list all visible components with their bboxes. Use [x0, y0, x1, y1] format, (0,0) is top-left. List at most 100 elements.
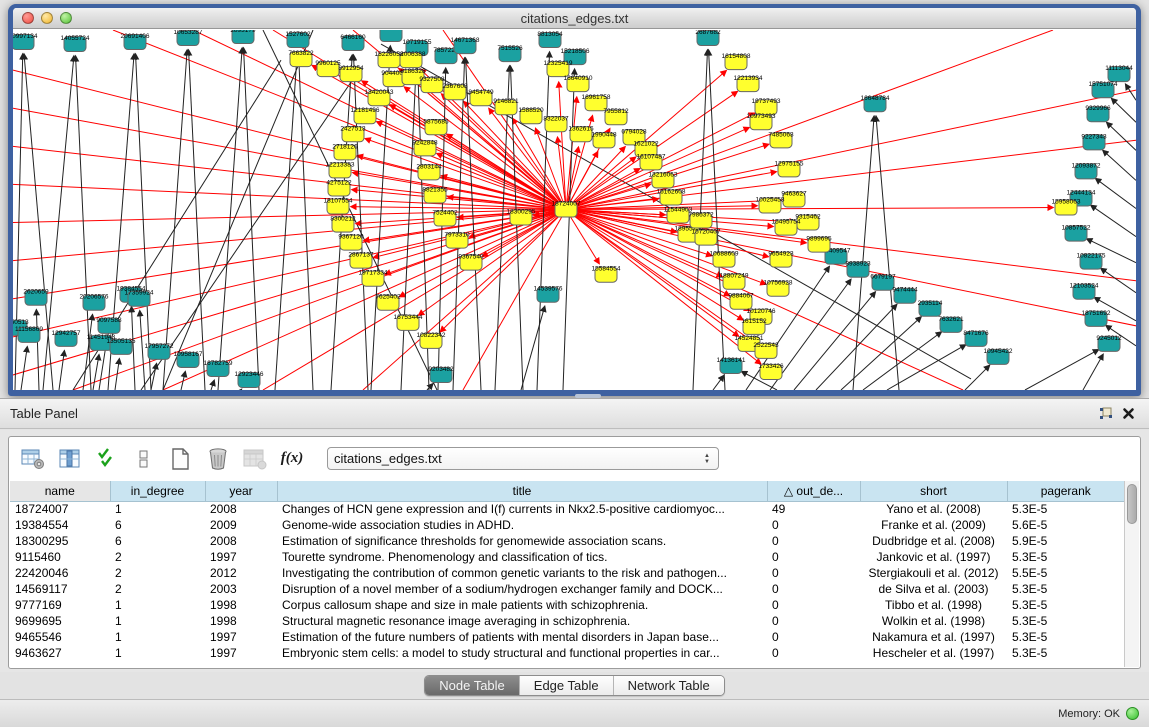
graph-node[interactable]: 16640910	[564, 75, 593, 92]
graph-node[interactable]: 15584554	[592, 266, 621, 283]
graph-node[interactable]: 8454749	[468, 89, 494, 106]
table-cell[interactable]: 9699695	[10, 613, 110, 629]
table-cell[interactable]: Franke et al. (2009)	[860, 517, 1007, 533]
graph-node[interactable]: 20691406	[121, 33, 150, 50]
table-cell[interactable]: 6	[110, 533, 205, 549]
table-cell[interactable]: 0	[767, 597, 860, 613]
graph-node[interactable]: 13420043	[365, 89, 394, 106]
table-cell[interactable]: Changes of HCN gene expression and I(f) …	[277, 501, 767, 517]
function-builder-button[interactable]: f(x)	[278, 445, 306, 473]
table-cell[interactable]: Hescheler et al. (1997)	[860, 645, 1007, 661]
table-cell[interactable]: 1	[110, 597, 205, 613]
table-cell[interactable]: 0	[767, 629, 860, 645]
graph-node[interactable]: 18807249	[720, 273, 749, 290]
graph-node[interactable]: 10688609	[710, 251, 739, 268]
graph-node[interactable]: 1733426	[758, 363, 784, 380]
table-cell[interactable]: 5.3E-5	[1007, 613, 1124, 629]
graph-node[interactable]: 8300212	[330, 216, 356, 233]
graph-node[interactable]: 8471676	[963, 330, 989, 347]
table-cell[interactable]: de Silva et al. (2003)	[860, 581, 1007, 597]
graph-node[interactable]: 9474444	[892, 287, 918, 304]
table-options-button[interactable]	[19, 445, 47, 473]
table-cell[interactable]: 1997	[205, 645, 277, 661]
graph-node[interactable]: 10756928	[764, 280, 793, 297]
graph-node[interactable]: 2687682	[695, 30, 721, 46]
graph-node[interactable]: 8821355	[422, 186, 448, 203]
table-cell[interactable]: 1	[110, 613, 205, 629]
graph-hub-node[interactable]: 18724007	[552, 200, 581, 217]
graph-node[interactable]: 15958063	[1052, 198, 1081, 215]
table-cell[interactable]: Tourette syndrome. Phenomenology and cla…	[277, 549, 767, 565]
graph-node[interactable]: 15226058	[375, 51, 404, 68]
graph-node[interactable]: 16782759	[204, 360, 233, 377]
table-row[interactable]: 1938455462009Genome-wide association stu…	[10, 517, 1124, 533]
table-cell[interactable]: Disruption of a novel member of a sodium…	[277, 581, 767, 597]
graph-node[interactable]: 9245012	[1096, 335, 1122, 352]
graph-node[interactable]: 7515526	[497, 45, 523, 62]
table-cell[interactable]: Jankovic et al. (1997)	[860, 549, 1007, 565]
graph-node[interactable]: 9097588	[96, 317, 122, 334]
table-cell[interactable]: Structural magnetic resonance image aver…	[277, 613, 767, 629]
graph-node[interactable]: 2935114	[918, 300, 943, 317]
table-cell[interactable]: Nakamura et al. (1997)	[860, 629, 1007, 645]
table-cell[interactable]: 0	[767, 533, 860, 549]
show-columns-button[interactable]	[56, 445, 84, 473]
graph-node[interactable]: 14136141	[717, 357, 746, 374]
graph-node[interactable]: 20997134	[13, 33, 38, 50]
minimize-window-icon[interactable]	[41, 12, 53, 24]
window-titlebar[interactable]: citations_edges.txt	[13, 8, 1136, 29]
graph-node[interactable]: 11156869	[15, 326, 43, 343]
graph-node[interactable]: 12213383	[326, 161, 355, 178]
table-cell[interactable]: 2	[110, 549, 205, 565]
graph-node[interactable]: 5875685	[423, 118, 449, 135]
graph-node[interactable]: 2803144	[416, 163, 442, 180]
table-cell[interactable]: 18300295	[10, 533, 110, 549]
table-cell[interactable]: 6	[110, 517, 205, 533]
table-cell[interactable]: 2003	[205, 581, 277, 597]
column-header-short[interactable]: short	[860, 481, 1007, 501]
column-header-out-degree[interactable]: △ out_de...	[767, 481, 860, 501]
table-cell[interactable]: 0	[767, 581, 860, 597]
table-cell[interactable]: 9777169	[10, 597, 110, 613]
table-cell[interactable]: 1998	[205, 597, 277, 613]
create-column-button[interactable]	[167, 445, 195, 473]
graph-node[interactable]: 7485063	[768, 131, 794, 148]
table-cell[interactable]: Embryonic stem cells: a model to study s…	[277, 645, 767, 661]
column-header-name[interactable]: name	[10, 481, 110, 501]
table-cell[interactable]: 0	[767, 645, 860, 661]
table-row[interactable]: 1872400712008Changes of HCN gene express…	[10, 501, 1124, 517]
table-cell[interactable]: 5.3E-5	[1007, 645, 1124, 661]
tab-edge-table[interactable]: Edge Table	[520, 676, 614, 695]
graph-node[interactable]: 14055724	[61, 35, 90, 52]
graph-node[interactable]: 2718126	[332, 143, 358, 160]
graph-node[interactable]: 1615152	[741, 318, 767, 335]
graph-node[interactable]: 12093872	[1072, 162, 1101, 179]
graph-node[interactable]: 8912954	[338, 65, 364, 82]
table-cell[interactable]: Stergiakouli et al. (2012)	[860, 565, 1007, 581]
graph-node[interactable]: 12181496	[351, 107, 380, 124]
graph-node[interactable]: 10973493	[747, 113, 776, 130]
tab-node-table[interactable]: Node Table	[425, 676, 520, 695]
close-panel-button[interactable]	[1117, 404, 1139, 424]
table-cell[interactable]: Investigating the contribution of common…	[277, 565, 767, 581]
column-header-pagerank[interactable]: pagerank	[1007, 481, 1124, 501]
graph-node[interactable]: 9899695	[806, 236, 832, 253]
float-panel-button[interactable]	[1095, 404, 1117, 424]
selection-mode-button[interactable]	[93, 445, 121, 473]
table-cell[interactable]: 9463627	[10, 645, 110, 661]
column-header-year[interactable]: year	[205, 481, 277, 501]
graph-node[interactable]: 16154808	[722, 53, 751, 70]
graph-node[interactable]: 15751074	[1089, 81, 1118, 98]
table-cell[interactable]: 1	[110, 645, 205, 661]
graph-node[interactable]: 15720407	[692, 229, 721, 246]
graph-node[interactable]: 1588520	[518, 107, 544, 124]
table-cell[interactable]: 5.3E-5	[1007, 581, 1124, 597]
graph-node[interactable]: 7632621	[938, 316, 964, 333]
graph-node[interactable]: 16648784	[861, 95, 890, 112]
table-cell[interactable]: 5.3E-5	[1007, 629, 1124, 645]
graph-node[interactable]: 18300295	[507, 209, 536, 226]
graph-node[interactable]: 10822175	[1077, 253, 1106, 270]
table-cell[interactable]: 0	[767, 613, 860, 629]
graph-node[interactable]: 9463627	[781, 190, 807, 207]
graph-node[interactable]: 9203482	[428, 366, 454, 383]
